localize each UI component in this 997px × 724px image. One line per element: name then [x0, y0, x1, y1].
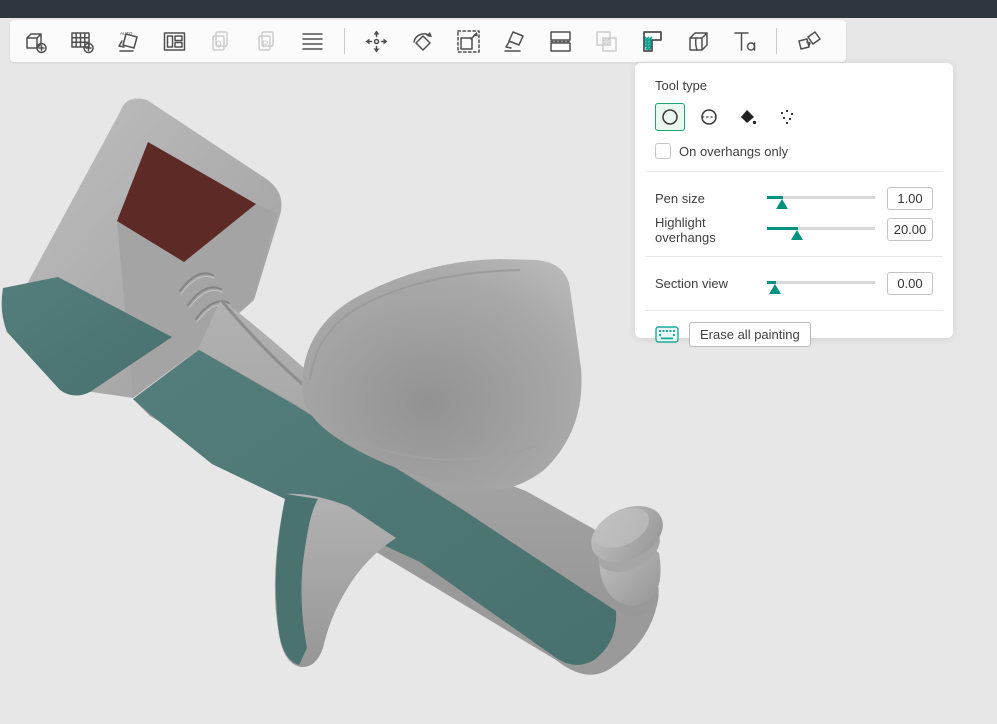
section-view-slider[interactable]	[767, 276, 875, 292]
keyboard-shortcuts-icon[interactable]	[655, 326, 679, 343]
place-on-face-icon	[501, 28, 528, 55]
window-titlebar	[0, 0, 997, 18]
fill-bucket-icon	[738, 107, 758, 127]
slider-thumb[interactable]	[791, 230, 803, 240]
tool-smart-fill-button[interactable]	[772, 103, 802, 131]
tool-type-buttons	[655, 103, 933, 131]
support-paint-icon	[639, 28, 666, 55]
text-tool-button[interactable]	[724, 23, 765, 59]
scale-button[interactable]	[448, 23, 489, 59]
section-view-row: Section view 0.00	[655, 268, 933, 299]
paste-icon: P	[253, 28, 280, 55]
auto-orient-icon: AUTO	[115, 28, 142, 55]
panel-divider	[645, 310, 943, 311]
split-icon	[795, 28, 822, 55]
panel-divider	[645, 256, 943, 257]
overhangs-only-label: On overhangs only	[679, 144, 788, 159]
arrange-button[interactable]	[154, 23, 195, 59]
move-icon	[363, 28, 390, 55]
support-paint-button[interactable]	[632, 23, 673, 59]
slider-track[interactable]	[767, 281, 875, 284]
add-plate-icon	[69, 28, 96, 55]
tool-circle-button[interactable]	[655, 103, 685, 131]
pen-size-value[interactable]: 1.00	[887, 187, 933, 210]
split-button[interactable]	[788, 23, 829, 59]
panel-divider	[645, 171, 943, 172]
boolean-button[interactable]	[586, 23, 627, 59]
rotate-icon	[409, 28, 436, 55]
main-toolbar: AUTO 0 P	[10, 20, 846, 62]
highlight-overhangs-row: Highlight overhangs 20.00	[655, 214, 933, 245]
model-headphone-hook	[2, 99, 672, 675]
slider-thumb[interactable]	[776, 199, 788, 209]
copy-icon: 0	[207, 28, 234, 55]
place-on-face-button[interactable]	[494, 23, 535, 59]
add-object-button[interactable]	[16, 23, 57, 59]
smart-fill-icon	[777, 107, 797, 127]
move-button[interactable]	[356, 23, 397, 59]
layers-icon	[299, 28, 326, 55]
variable-layers-button[interactable]	[292, 23, 333, 59]
add-object-icon	[23, 28, 50, 55]
copy-button[interactable]: 0	[200, 23, 241, 59]
toolbar-separator	[344, 28, 345, 54]
tool-type-label: Tool type	[655, 78, 933, 93]
text-tool-icon	[731, 28, 758, 55]
arrange-icon	[161, 28, 188, 55]
toolbar-separator	[776, 28, 777, 54]
pen-size-slider[interactable]	[767, 191, 875, 207]
section-view-value[interactable]: 0.00	[887, 272, 933, 295]
auto-orient-button[interactable]: AUTO	[108, 23, 149, 59]
sphere-brush-icon	[699, 107, 719, 127]
erase-all-painting-button[interactable]: Erase all painting	[689, 322, 811, 347]
pen-size-label: Pen size	[655, 191, 767, 206]
section-view-label: Section view	[655, 276, 767, 291]
svg-text:P: P	[262, 39, 269, 50]
slider-track[interactable]	[767, 227, 875, 230]
boolean-icon	[593, 28, 620, 55]
highlight-overhangs-slider[interactable]	[767, 222, 875, 238]
tool-fill-button[interactable]	[733, 103, 763, 131]
cut-icon	[547, 28, 574, 55]
scale-icon	[455, 28, 482, 55]
seam-paint-icon	[685, 28, 712, 55]
pen-size-row: Pen size 1.00	[655, 183, 933, 214]
highlight-overhangs-value[interactable]: 20.00	[887, 218, 933, 241]
highlight-overhangs-label: Highlight overhangs	[655, 215, 767, 245]
panel-bottom-row: Erase all painting	[655, 322, 933, 347]
support-paint-panel: Tool type	[635, 63, 953, 338]
overhangs-only-checkbox[interactable]	[655, 143, 671, 159]
slider-thumb[interactable]	[769, 284, 781, 294]
cut-button[interactable]	[540, 23, 581, 59]
seam-paint-button[interactable]	[678, 23, 719, 59]
overhangs-only-row: On overhangs only	[655, 142, 933, 160]
rotate-button[interactable]	[402, 23, 443, 59]
circle-brush-icon	[660, 107, 680, 127]
add-plate-button[interactable]	[62, 23, 103, 59]
svg-text:0: 0	[216, 39, 222, 50]
paste-button[interactable]: P	[246, 23, 287, 59]
tool-sphere-button[interactable]	[694, 103, 724, 131]
